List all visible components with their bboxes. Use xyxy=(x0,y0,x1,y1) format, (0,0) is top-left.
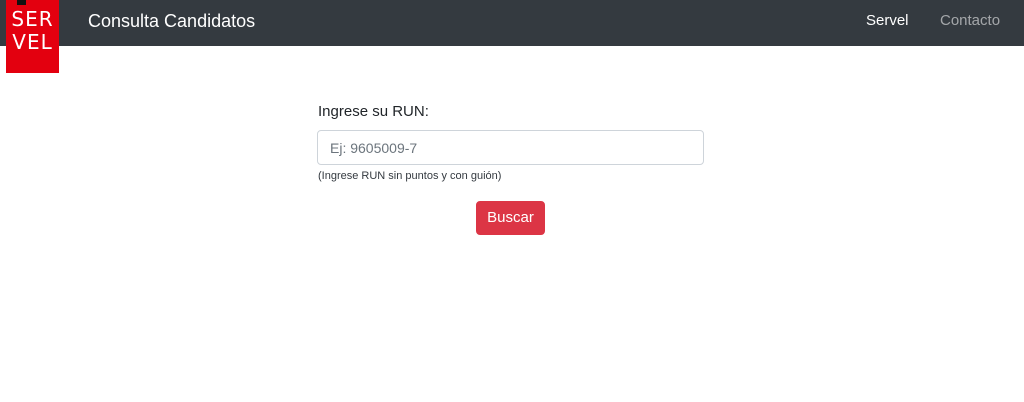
run-help-text: (Ingrese RUN sin puntos y con guión) xyxy=(318,170,502,182)
brand-link[interactable]: Consulta Candidatos xyxy=(88,10,255,32)
run-label: Ingrese su RUN: xyxy=(318,103,429,120)
buscar-button[interactable]: Buscar xyxy=(476,201,545,235)
nav-link-servel[interactable]: Servel xyxy=(866,12,909,30)
logo-text: SER VEL xyxy=(11,7,54,54)
logo-accent-bar xyxy=(17,0,26,5)
run-input[interactable] xyxy=(317,130,704,165)
servel-logo[interactable]: SER VEL xyxy=(6,0,59,73)
top-navbar: Consulta Candidatos Servel Contacto xyxy=(0,0,1024,46)
nav-link-contacto[interactable]: Contacto xyxy=(940,12,1000,30)
